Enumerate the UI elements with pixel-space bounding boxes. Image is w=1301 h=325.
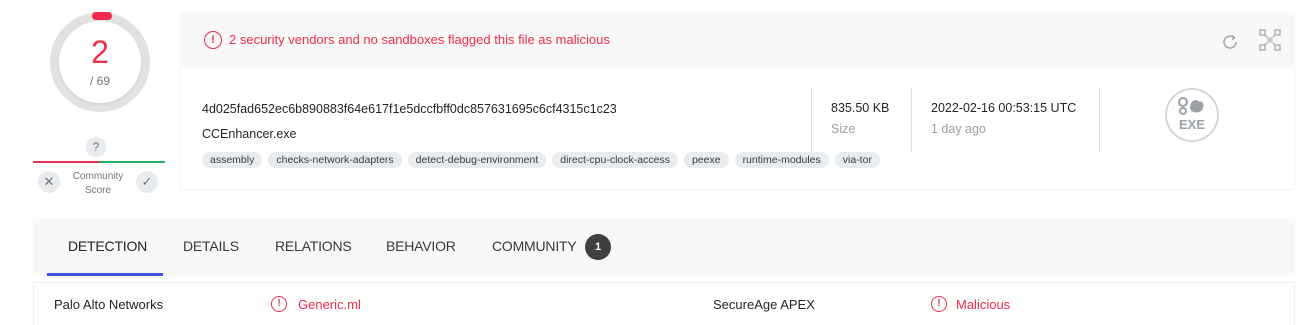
graph-icon[interactable]: [1258, 28, 1282, 52]
detection-result: Generic.ml: [298, 297, 361, 312]
file-name: CCEnhancer.exe: [202, 127, 297, 141]
gears-icon: [1178, 97, 1204, 115]
file-type-label: EXE: [1178, 117, 1205, 132]
tab-community[interactable]: COMMUNITY: [492, 238, 577, 254]
tab-behavior[interactable]: BEHAVIOR: [386, 238, 456, 254]
tab-details[interactable]: DETAILS: [183, 238, 239, 254]
alert-icon: !: [204, 31, 222, 49]
tag-via-tor[interactable]: via-tor: [834, 152, 880, 168]
divider: [911, 88, 912, 152]
alert-icon: !: [271, 296, 287, 312]
file-size-label: Size: [831, 122, 856, 136]
community-score-value: ?: [86, 137, 106, 157]
file-summary-card: 4d025fad652ec6b890883f64e617f1e5dccfbff0…: [180, 68, 1295, 190]
community-count-badge: 1: [585, 234, 611, 260]
tag-list: assembly checks-network-adapters detect-…: [202, 152, 880, 168]
file-hash[interactable]: 4d025fad652ec6b890883f64e617f1e5dccfbff0…: [202, 102, 617, 116]
analysis-date: 2022-02-16 00:53:15 UTC: [931, 101, 1077, 115]
tag-direct-cpu-clock-access[interactable]: direct-cpu-clock-access: [552, 152, 678, 168]
upvote-button[interactable]: ✓: [136, 171, 158, 193]
tab-bar: DETECTION DETAILS RELATIONS BEHAVIOR COM…: [33, 219, 1295, 276]
community-score-bar-positive: [99, 161, 165, 163]
community-score-bar-negative: [33, 161, 99, 163]
alert-text: 2 security vendors and no sandboxes flag…: [229, 32, 610, 47]
tab-detection[interactable]: DETECTION: [68, 238, 147, 254]
detection-score-ring: 2 / 69: [50, 12, 150, 112]
analysis-age: 1 day ago: [931, 122, 986, 136]
alert-icon: !: [931, 296, 947, 312]
detection-row: Palo Alto Networks ! Generic.ml SecureAg…: [33, 282, 1295, 325]
vendor-name: Palo Alto Networks: [54, 297, 164, 312]
detection-result: Malicious: [956, 297, 1011, 312]
tag-runtime-modules[interactable]: runtime-modules: [734, 152, 829, 168]
community-score-label-line2: Score: [84, 185, 112, 196]
tag-assembly[interactable]: assembly: [202, 152, 263, 168]
score-ring-malicious-arc: [92, 12, 112, 20]
engine-total: / 69: [89, 74, 110, 88]
tag-peexe[interactable]: peexe: [683, 152, 729, 168]
community-score-bar: [33, 161, 165, 163]
detection-count: 2: [91, 34, 109, 70]
alert-banner: ! 2 security vendors and no sandboxes fl…: [180, 12, 1295, 68]
tag-detect-debug-environment[interactable]: detect-debug-environment: [407, 152, 547, 168]
community-score-label: Community Score: [66, 170, 130, 198]
vendor-name: SecureAge APEX: [713, 297, 815, 312]
active-tab-indicator: [47, 273, 163, 276]
file-size-value: 835.50 KB: [831, 101, 890, 115]
exe-file-icon: EXE: [1165, 88, 1219, 142]
downvote-button[interactable]: ✕: [38, 171, 60, 193]
tab-relations[interactable]: RELATIONS: [275, 238, 352, 254]
reload-icon[interactable]: [1220, 32, 1240, 52]
tag-checks-network-adapters[interactable]: checks-network-adapters: [268, 152, 402, 168]
divider: [1099, 88, 1100, 152]
community-score-label-line1: Community: [72, 171, 124, 182]
divider: [811, 88, 812, 152]
